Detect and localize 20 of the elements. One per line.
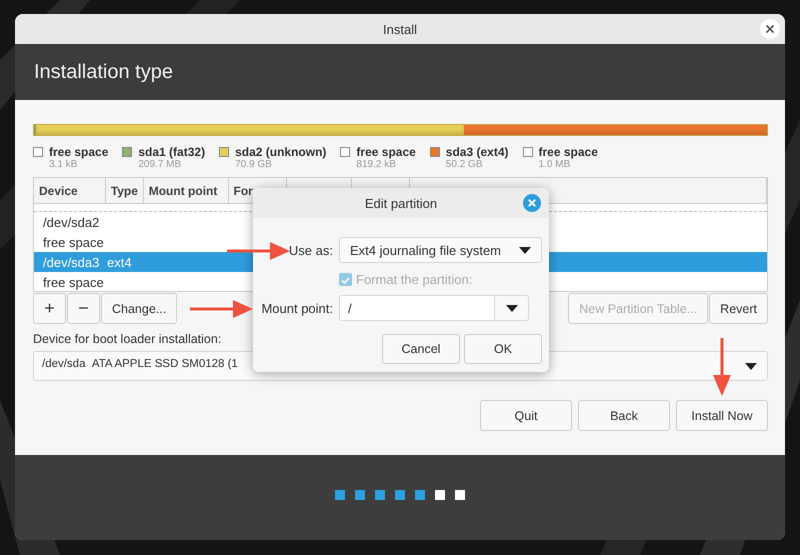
mount-point-label: Mount point: [260,300,334,316]
legend-size: 70.9 GB [235,159,273,170]
legend-label: free space [49,145,108,159]
legend-size: 819.2 kB [356,159,397,170]
window-title: Install [383,22,417,36]
boot-loader-label: Device for boot loader installation: [33,332,222,346]
legend-label: sda3 (ext4) [446,145,508,159]
dialog-title: Edit partition [364,196,438,210]
legend-label: free space [356,145,416,159]
use-as-label: Use as: [288,242,334,258]
legend-label: free space [538,145,598,159]
legend-size: 1.0 MB [538,159,572,170]
legend-size: 3.1 kB [49,159,78,170]
legend-size: 209.7 MB [138,159,182,170]
page-heading: Installation type [34,60,173,84]
format-label: Format the partition: [356,272,472,287]
legend-label: sda1 (fat32) [138,145,206,159]
type-cell: ext4 [107,254,132,270]
legend-size: 50.2 GB [446,159,484,170]
legend-label: sda2 (unknown) [235,145,326,159]
